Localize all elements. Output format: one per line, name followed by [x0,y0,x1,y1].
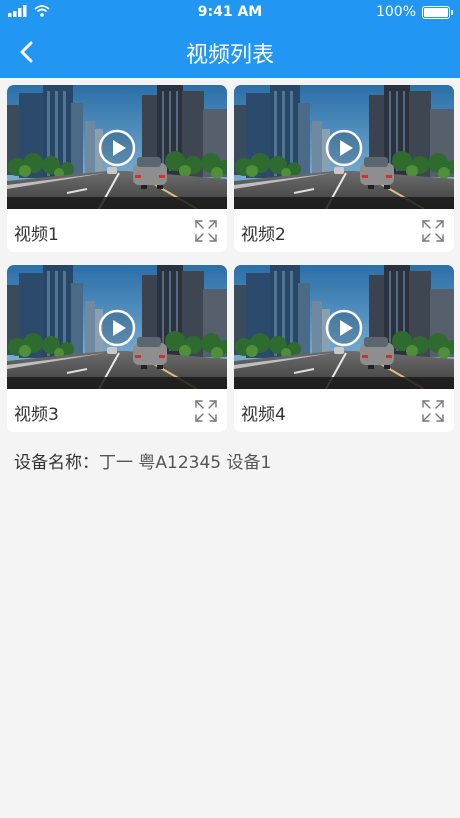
video-label: 视频4 [241,405,286,425]
page-title: 视频列表 [185,43,274,68]
play-circle-icon[interactable] [98,309,136,347]
video-thumbnail[interactable] [7,265,227,389]
fullscreen-icon[interactable] [422,400,444,422]
video-card: 视频4 [234,265,454,432]
play-circle-icon[interactable] [325,129,363,167]
video-thumbnail[interactable] [7,85,227,209]
play-circle-icon[interactable] [98,129,136,167]
video-label: 视频3 [14,405,59,425]
video-card: 视频3 [7,265,227,432]
battery-status: 100% [375,4,453,20]
video-card: 视频1 [7,85,227,252]
video-label: 视频2 [241,225,286,245]
status-bar: 9:41 AM 100% [0,0,460,26]
navigation-bar: 视频列表 [0,26,460,78]
battery-icon [422,5,453,19]
device-info: 设备名称：丁一 粤A12345 设备1 [14,448,271,473]
fullscreen-icon[interactable] [195,400,217,422]
video-thumbnail[interactable] [234,265,454,389]
video-card-footer: 视频3 [7,389,227,432]
video-thumbnail[interactable] [234,85,454,209]
video-card-footer: 视频1 [7,209,227,252]
video-label: 视频1 [14,225,59,245]
device-name-value: 丁一 粤A12345 设备1 [99,453,272,473]
battery-percent: 100% [375,4,416,20]
fullscreen-icon[interactable] [195,220,217,242]
video-card: 视频2 [234,85,454,252]
app-header: 9:41 AM 100% 视频列表 [0,0,460,78]
video-card-footer: 视频4 [234,389,454,432]
fullscreen-icon[interactable] [422,220,444,242]
video-card-footer: 视频2 [234,209,454,252]
play-circle-icon[interactable] [325,309,363,347]
device-name-label: 设备名称： [14,453,99,473]
